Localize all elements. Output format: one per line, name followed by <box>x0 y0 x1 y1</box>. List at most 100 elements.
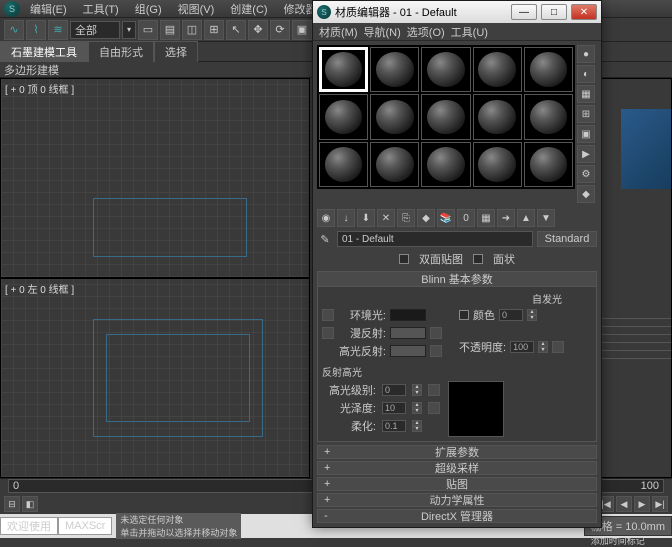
sample-slot-1[interactable] <box>319 47 368 92</box>
reset-map-icon[interactable]: ✕ <box>377 209 395 227</box>
sample-type-icon[interactable]: ● <box>577 45 595 63</box>
material-type-button[interactable]: Standard <box>537 231 597 247</box>
make-preview-icon[interactable]: ▶ <box>577 145 595 163</box>
bind-icon[interactable]: ≋ <box>48 20 68 40</box>
maximize-button[interactable]: □ <box>541 4 567 20</box>
tab-graphite[interactable]: 石墨建模工具 <box>0 41 88 63</box>
play-prev-icon[interactable]: ◀ <box>616 496 632 512</box>
polygon-modeling-label[interactable]: 多边形建模 <box>4 62 59 78</box>
viewport-perspective[interactable] <box>600 78 672 478</box>
ambient-swatch[interactable] <box>390 309 426 321</box>
close-button[interactable]: ✕ <box>571 4 597 20</box>
rollout-dynamics[interactable]: +动力学属性 <box>317 493 597 507</box>
eyedropper-icon[interactable]: ✎ <box>317 231 333 247</box>
material-editor-titlebar[interactable]: S 材质编辑器 - 01 - Default — □ ✕ <box>313 1 601 23</box>
make-copy-icon[interactable]: ⎘ <box>397 209 415 227</box>
menu-view[interactable]: 视图(V) <box>172 0 221 18</box>
background-icon[interactable]: ▦ <box>577 85 595 103</box>
select-region-icon[interactable]: ◫ <box>182 20 202 40</box>
double-sided-checkbox[interactable] <box>399 254 409 264</box>
diffuse-swatch[interactable] <box>390 327 426 339</box>
tab-selection[interactable]: 选择 <box>154 41 198 63</box>
sample-slot-15[interactable] <box>524 142 573 187</box>
selection-filter-dropdown[interactable]: 全部 <box>70 21 120 39</box>
rollout-extended[interactable]: +扩展参数 <box>317 445 597 459</box>
specular-swatch[interactable] <box>390 345 426 357</box>
sample-slot-14[interactable] <box>473 142 522 187</box>
specular-map-slot[interactable] <box>430 345 442 357</box>
put-to-library-icon[interactable]: 📚 <box>437 209 455 227</box>
dropdown-chevron-icon[interactable]: ▾ <box>122 21 136 39</box>
rotate-icon[interactable]: ⟳ <box>270 20 290 40</box>
assign-to-selection-icon[interactable]: ⬇ <box>357 209 375 227</box>
scale-icon[interactable]: ▣ <box>292 20 312 40</box>
rollout-supersampling[interactable]: +超级采样 <box>317 461 597 475</box>
go-parent-icon[interactable]: ▲ <box>517 209 535 227</box>
sample-slot-3[interactable] <box>421 47 470 92</box>
show-in-viewport-icon[interactable]: ▦ <box>477 209 495 227</box>
uv-tiling-icon[interactable]: ⊞ <box>577 105 595 123</box>
sample-slot-11[interactable] <box>319 142 368 187</box>
tab-freeform[interactable]: 自由形式 <box>88 41 154 63</box>
rollout-maps[interactable]: +贴图 <box>317 477 597 491</box>
blinn-rollout-header[interactable]: Blinn 基本参数 <box>317 271 597 287</box>
show-end-result-icon[interactable]: ➜ <box>497 209 515 227</box>
spec-level-map-slot[interactable] <box>428 384 440 396</box>
soften-spinner[interactable]: 0.1 <box>382 420 406 432</box>
ambient-lock-icon[interactable] <box>322 309 334 321</box>
unlink-icon[interactable]: ⌇ <box>26 20 46 40</box>
put-to-scene-icon[interactable]: ↓ <box>337 209 355 227</box>
video-check-icon[interactable]: ▣ <box>577 125 595 143</box>
mat-menu-options[interactable]: 选项(O) <box>407 24 445 40</box>
backlight-icon[interactable]: ◐ <box>577 65 595 83</box>
sample-slot-8[interactable] <box>421 94 470 139</box>
get-material-icon[interactable]: ◉ <box>317 209 335 227</box>
go-sibling-icon[interactable]: ▼ <box>537 209 555 227</box>
menu-tools[interactable]: 工具(T) <box>77 0 125 18</box>
select-icon[interactable]: ▭ <box>138 20 158 40</box>
menu-create[interactable]: 创建(C) <box>224 0 273 18</box>
selfillum-spinner[interactable]: 0 <box>499 309 523 321</box>
play-icon[interactable]: ▶ <box>634 496 650 512</box>
diffuse-map-slot[interactable] <box>430 327 442 339</box>
spec-level-spinner[interactable]: 0 <box>382 384 406 396</box>
sample-slot-4[interactable] <box>473 47 522 92</box>
sample-slot-12[interactable] <box>370 142 419 187</box>
opacity-spinner[interactable]: 100 <box>510 341 534 353</box>
viewport-top[interactable]: [ + 0 顶 0 线框 ] <box>0 78 310 278</box>
window-crossing-icon[interactable]: ⊞ <box>204 20 224 40</box>
glossiness-map-slot[interactable] <box>428 402 440 414</box>
make-unique-icon[interactable]: ◆ <box>417 209 435 227</box>
timeline-btn-1[interactable]: ⊟ <box>4 496 20 512</box>
selfillum-color-checkbox[interactable] <box>459 310 469 320</box>
sample-slot-6[interactable] <box>319 94 368 139</box>
menu-group[interactable]: 组(G) <box>129 0 168 18</box>
sample-slot-7[interactable] <box>370 94 419 139</box>
options-icon[interactable]: ⚙ <box>577 165 595 183</box>
viewport-left[interactable]: [ + 0 左 0 线框 ] <box>0 278 310 478</box>
menu-edit[interactable]: 编辑(E) <box>24 0 73 18</box>
rollout-directx[interactable]: -DirectX 管理器 <box>317 509 597 523</box>
sample-slot-5[interactable] <box>524 47 573 92</box>
material-id-icon[interactable]: 0 <box>457 209 475 227</box>
glossiness-spinner[interactable]: 10 <box>382 402 406 414</box>
sample-slot-2[interactable] <box>370 47 419 92</box>
cursor-icon[interactable]: ↖ <box>226 20 246 40</box>
minimize-button[interactable]: — <box>511 4 537 20</box>
opacity-map-slot[interactable] <box>552 341 564 353</box>
play-next-icon[interactable]: ▶| <box>652 496 668 512</box>
mat-menu-navigation[interactable]: 导航(N) <box>364 24 401 40</box>
material-name-input[interactable] <box>337 231 533 247</box>
mat-menu-utilities[interactable]: 工具(U) <box>451 24 488 40</box>
spinner-down-icon[interactable]: ▾ <box>527 315 537 321</box>
diffuse-lock-icon[interactable] <box>322 327 334 339</box>
sample-slot-10[interactable] <box>524 94 573 139</box>
select-by-mat-icon[interactable]: ◆ <box>577 185 595 203</box>
sample-slot-13[interactable] <box>421 142 470 187</box>
move-icon[interactable]: ✥ <box>248 20 268 40</box>
mat-menu-material[interactable]: 材质(M) <box>319 24 358 40</box>
link-icon[interactable]: ∿ <box>4 20 24 40</box>
faceted-checkbox[interactable] <box>473 254 483 264</box>
sample-slot-9[interactable] <box>473 94 522 139</box>
timeline-btn-2[interactable]: ◧ <box>22 496 38 512</box>
